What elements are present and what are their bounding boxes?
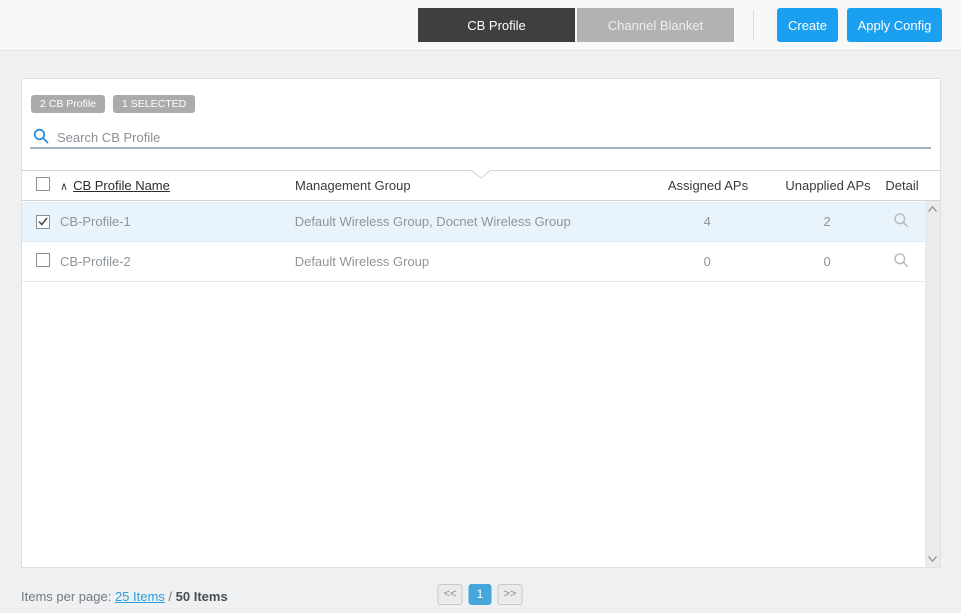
tab-cb-profile[interactable]: CB Profile	[418, 8, 575, 42]
column-unapplied-aps: Unapplied APs	[785, 178, 871, 193]
create-button[interactable]: Create	[777, 8, 838, 42]
items-per-page: Items per page: 25 Items / 50 Items	[21, 589, 228, 604]
apply-config-button[interactable]: Apply Config	[847, 8, 942, 42]
table-row[interactable]: CB-Profile-2 Default Wireless Group 0 0	[22, 242, 925, 282]
column-management-group: Management Group	[295, 178, 411, 193]
count-badge: 2 CB Profile	[31, 95, 106, 113]
badge-row: 2 CB Profile 1 SELECTED	[31, 95, 196, 113]
scroll-up-icon[interactable]	[928, 206, 937, 212]
cell-management-group: Default Wireless Group	[294, 254, 430, 269]
search-icon	[33, 128, 49, 144]
selected-badge: 1 SELECTED	[113, 95, 196, 113]
pagination-prev-button[interactable]: <<	[437, 584, 463, 605]
cb-profile-panel: 2 CB Profile 1 SELECTED ∧ CB Profile Name…	[21, 78, 941, 568]
pagination-page-1[interactable]: 1	[468, 584, 492, 605]
sort-asc-icon: ∧	[60, 181, 69, 193]
column-assigned-aps: Assigned APs	[667, 178, 749, 193]
table-header: ∧ CB Profile Name Management Group Assign…	[22, 170, 940, 201]
pagination-next-button[interactable]: >>	[497, 584, 523, 605]
column-cb-profile-name[interactable]: ∧ CB Profile Name	[60, 178, 295, 193]
total-items: 50 Items	[175, 589, 228, 604]
collapse-notch-icon[interactable]	[471, 170, 491, 179]
cell-assigned-aps: 4	[703, 214, 711, 229]
items-per-page-link[interactable]: 25 Items	[115, 589, 165, 604]
vertical-scrollbar[interactable]	[925, 201, 940, 567]
cell-management-group: Default Wireless Group, Docnet Wireless …	[294, 214, 571, 229]
table-body: CB-Profile-1 Default Wireless Group, Doc…	[22, 202, 925, 282]
cell-profile-name: CB-Profile-2	[59, 254, 131, 269]
search-input[interactable]	[57, 127, 931, 147]
items-separator: /	[164, 589, 176, 604]
search-bar	[30, 127, 931, 149]
detail-magnifier-icon[interactable]	[893, 252, 909, 268]
cell-assigned-aps: 0	[703, 254, 711, 269]
cell-unapplied-aps: 2	[823, 214, 831, 229]
pagination: << 1 >>	[437, 584, 523, 605]
checkmark-icon	[38, 217, 48, 226]
scroll-down-icon[interactable]	[928, 556, 937, 562]
detail-magnifier-icon[interactable]	[893, 212, 909, 228]
column-detail: Detail	[885, 178, 919, 193]
row-checkbox[interactable]	[36, 253, 50, 267]
select-all-checkbox[interactable]	[36, 177, 50, 191]
row-checkbox-checked[interactable]	[36, 214, 50, 229]
cell-unapplied-aps: 0	[823, 254, 831, 269]
column-label-cb-profile-name[interactable]: CB Profile Name	[73, 178, 170, 193]
items-per-page-label: Items per page:	[21, 589, 112, 604]
top-toolbar: CB Profile Channel Blanket Create Apply …	[0, 0, 961, 51]
toolbar-divider	[753, 10, 754, 41]
cell-profile-name: CB-Profile-1	[59, 214, 131, 229]
table-row[interactable]: CB-Profile-1 Default Wireless Group, Doc…	[22, 202, 925, 242]
tab-channel-blanket[interactable]: Channel Blanket	[577, 8, 734, 42]
